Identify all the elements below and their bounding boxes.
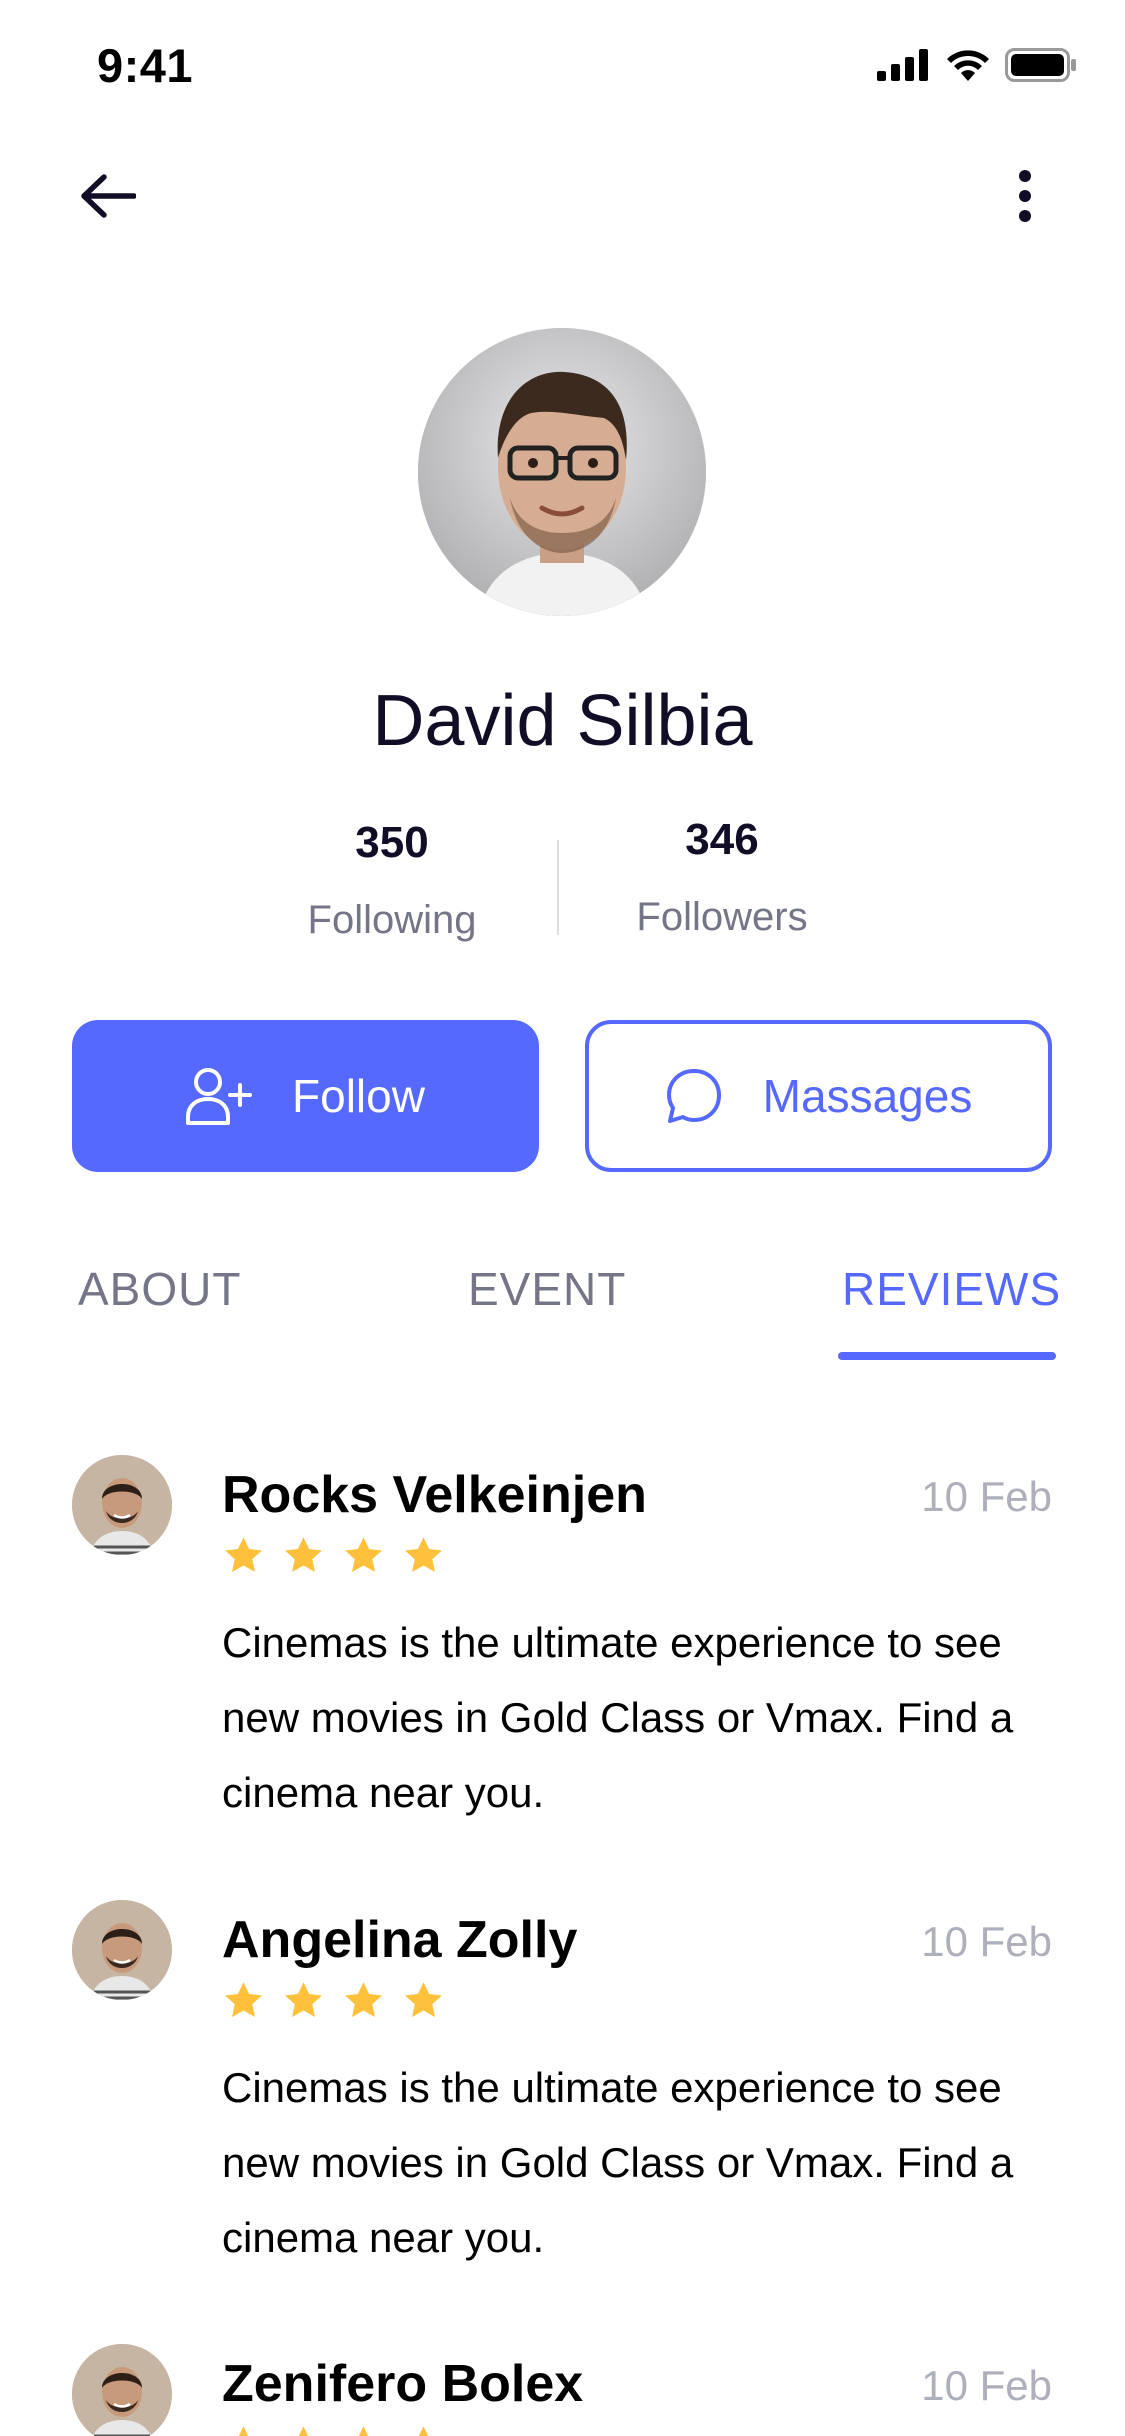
profile-avatar	[418, 328, 706, 616]
following-count: 350	[355, 818, 429, 867]
tab-event[interactable]: EVENT	[468, 1262, 626, 1316]
active-tab-indicator	[838, 1352, 1056, 1360]
wifi-icon	[947, 50, 989, 81]
signal-icon	[877, 49, 928, 81]
review-item: Rocks Velkeinjen 10 Feb Cinemas is the u…	[72, 1455, 1052, 1855]
review-date: 10 Feb	[921, 2362, 1052, 2409]
star-icon	[405, 1537, 442, 1572]
messages-button[interactable]: Massages	[585, 1020, 1052, 1172]
star-icon	[225, 1982, 262, 2017]
tab-about[interactable]: ABOUT	[78, 1262, 241, 1316]
star-icon	[285, 1982, 322, 2017]
star-icon	[285, 1537, 322, 1572]
review-item: Angelina Zolly 10 Feb Cinemas is the ult…	[72, 1900, 1052, 2300]
star-icon	[418, 2426, 429, 2436]
reviewer-name: Rocks Velkeinjen	[222, 1466, 647, 1524]
review-date: 10 Feb	[921, 1918, 1052, 1965]
battery-icon	[1005, 48, 1076, 82]
follow-button[interactable]: Follow	[72, 1020, 539, 1172]
back-button[interactable]	[70, 158, 146, 234]
follow-label: Follow	[292, 1070, 425, 1122]
profile-name: David Silbia	[372, 681, 753, 761]
status-icons	[877, 48, 1077, 82]
reviewer-avatar[interactable]	[72, 1455, 172, 1555]
review-date: 10 Feb	[921, 1473, 1052, 1520]
star-icon	[225, 1537, 262, 1572]
more-options-button[interactable]	[995, 158, 1055, 234]
following-stat[interactable]: 350 Following	[262, 818, 522, 943]
status-time: 9:41	[97, 39, 194, 92]
followers-count: 346	[685, 815, 759, 864]
star-icon	[345, 1982, 382, 2017]
arrow-left-icon	[81, 174, 136, 218]
star-icon	[298, 2426, 309, 2436]
star-icon	[358, 2426, 369, 2436]
reviewer-avatar[interactable]	[72, 2344, 172, 2436]
star-icon	[238, 2426, 249, 2436]
rating-stars	[222, 1535, 445, 1577]
reviewer-name: Zenifero Bolex	[222, 2355, 584, 2413]
star-icon	[405, 1982, 442, 2017]
review-text: Cinemas is the ultimate experience to se…	[222, 2064, 1014, 2261]
followers-stat[interactable]: 346 Followers	[592, 815, 852, 940]
tab-reviews[interactable]: REVIEWS	[842, 1262, 1061, 1316]
more-vertical-icon	[1019, 170, 1031, 222]
followers-label: Followers	[636, 895, 808, 939]
review-item: Zenifero Bolex 10 Feb	[72, 2344, 1052, 2436]
messages-label: Massages	[762, 1070, 973, 1122]
rating-stars	[222, 1980, 445, 2022]
reviewer-name: Angelina Zolly	[222, 1911, 578, 1969]
following-label: Following	[307, 898, 477, 942]
user-plus-icon	[186, 1068, 253, 1125]
stats-divider	[557, 840, 559, 935]
rating-stars	[222, 2424, 445, 2436]
chat-bubble-icon	[666, 1069, 721, 1123]
star-icon	[345, 1537, 382, 1572]
review-text: Cinemas is the ultimate experience to se…	[222, 1619, 1014, 1816]
reviewer-avatar[interactable]	[72, 1900, 172, 2000]
